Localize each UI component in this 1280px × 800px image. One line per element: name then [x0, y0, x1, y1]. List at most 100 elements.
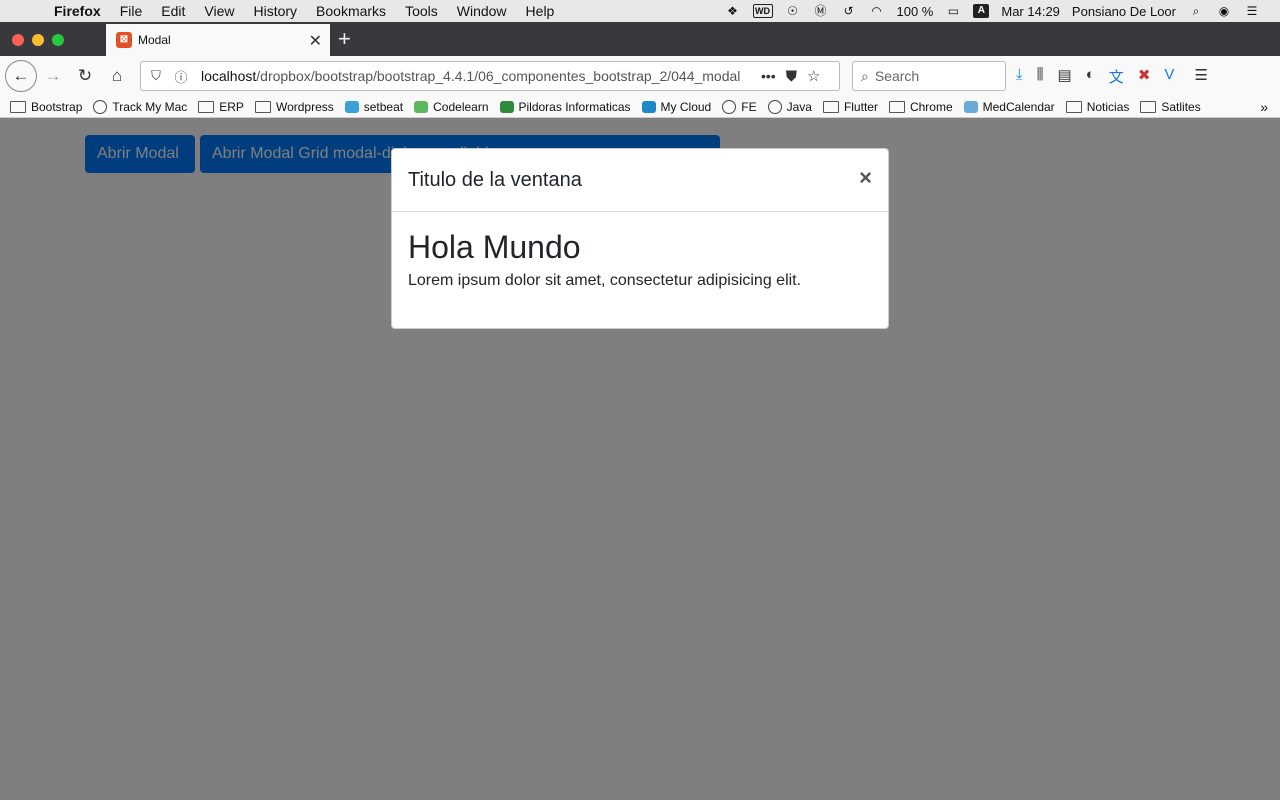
modal-heading: Hola Mundo: [408, 229, 581, 265]
menu-bookmarks[interactable]: Bookmarks: [316, 3, 386, 19]
profile-extension-icon[interactable]: ◐: [1086, 66, 1095, 87]
menu-app-name[interactable]: Firefox: [54, 3, 101, 19]
folder-icon: [888, 100, 905, 113]
menu-edit[interactable]: Edit: [161, 3, 185, 19]
menubar-status-area: ❖ WD ☉ Ⓜ ↺ ◠ 100 % ▭ A Mar 14:29 Ponsian…: [725, 0, 1280, 22]
url-text[interactable]: localhost/dropbox/bootstrap/bootstrap_4.…: [201, 68, 753, 84]
bookmark-label: Codelearn: [433, 99, 489, 114]
bookmark-label: Noticias: [1086, 99, 1130, 114]
bookmark-label: Track My Mac: [112, 99, 188, 114]
menu-help[interactable]: Help: [526, 3, 555, 19]
bookmark-star-icon[interactable]: ☆: [807, 67, 820, 85]
sidebar-icon[interactable]: ▤: [1058, 66, 1072, 87]
dropbox-icon[interactable]: ❖: [725, 4, 741, 18]
tools-extension-icon[interactable]: ✖: [1138, 66, 1151, 87]
setbeat-icon: [344, 100, 359, 113]
modal-dialog: Titulo de la ventana × Hola Mundo Lorem …: [391, 148, 889, 329]
bookmark-label: MedCalendar: [982, 99, 1055, 114]
globe-icon: [93, 99, 108, 114]
cloud-icon: [641, 100, 656, 113]
new-tab-icon[interactable]: +: [338, 26, 351, 52]
modal-body: Hola Mundo Lorem ipsum dolor sit amet, c…: [392, 212, 888, 306]
search-icon: ⌕: [861, 67, 869, 84]
time-machine-icon[interactable]: ↺: [841, 4, 857, 18]
more-bookmarks-icon[interactable]: »: [1260, 99, 1268, 115]
bookmark-label: Bootstrap: [31, 99, 83, 114]
search-input[interactable]: ⌕ Search: [852, 61, 1006, 91]
bookmark-label: My Cloud: [660, 99, 712, 114]
spotlight-icon[interactable]: ⌕: [1188, 4, 1204, 18]
battery-percent: 100 %: [896, 3, 934, 19]
macos-menu-bar: Firefox File Edit View History Bookmarks…: [0, 0, 1280, 22]
translate-extension-icon[interactable]: 文: [1109, 66, 1124, 87]
bookmark-item[interactable]: Chrome: [888, 99, 953, 114]
bookmark-item[interactable]: Noticias: [1065, 99, 1130, 114]
pildoras-icon: [499, 100, 514, 113]
bookmark-item[interactable]: Wordpress: [254, 99, 334, 114]
reload-icon[interactable]: ↻: [72, 63, 98, 89]
bookmark-item[interactable]: Codelearn: [414, 99, 489, 114]
xampp-favicon-icon: ⊠: [116, 32, 132, 48]
globe-icon: [722, 99, 737, 114]
menu-history[interactable]: History: [253, 3, 297, 19]
bookmark-item[interactable]: ERP: [198, 100, 244, 114]
folder-icon: [1140, 100, 1157, 113]
tracking-protection-icon[interactable]: ⛉: [146, 68, 166, 84]
malwarebytes-icon[interactable]: Ⓜ: [813, 4, 829, 18]
url-host: localhost: [201, 68, 257, 84]
menubar-user[interactable]: Ponsiano De Loor: [1072, 4, 1176, 19]
bookmark-item[interactable]: setbeat: [344, 100, 403, 114]
folder-icon: [822, 100, 839, 113]
siri-icon[interactable]: ◉: [1216, 4, 1232, 18]
menu-window[interactable]: Window: [457, 3, 507, 19]
bookmark-label: FE: [741, 99, 757, 114]
pocket-icon[interactable]: ⛊: [786, 68, 797, 85]
battery-icon[interactable]: ▭: [945, 4, 961, 18]
tab-modal[interactable]: ⊠ Modal ✕: [106, 24, 330, 56]
navigation-bar: ← → ↻ ⌂ ⛉ ⓘ localhost/dropbox/bootstrap/…: [0, 56, 1280, 96]
notification-center-icon[interactable]: ☰: [1244, 4, 1260, 18]
folder-icon: [1065, 100, 1082, 113]
zoom-window-button[interactable]: [52, 34, 64, 46]
menu-view[interactable]: View: [204, 3, 234, 19]
bookmark-item[interactable]: Flutter: [822, 99, 878, 114]
bookmark-label: Flutter: [843, 99, 878, 114]
menu-tools[interactable]: Tools: [405, 3, 438, 19]
minimize-window-button[interactable]: [32, 34, 44, 46]
bookmark-item[interactable]: Bootstrap: [10, 100, 82, 114]
folder-icon: [198, 100, 215, 113]
downloads-icon[interactable]: ⤓: [1016, 66, 1023, 87]
hamburger-menu-icon[interactable]: ☰: [1194, 66, 1207, 87]
wd-icon[interactable]: WD: [752, 4, 773, 18]
library-icon[interactable]: ⫼: [1037, 66, 1044, 87]
v-extension-icon[interactable]: V: [1164, 66, 1174, 87]
modal-close-icon[interactable]: ×: [859, 167, 872, 189]
site-info-icon[interactable]: ⓘ: [171, 67, 191, 86]
page-viewport: Abrir Modal Abrir Modal Grid modal-dialo…: [0, 118, 1280, 800]
menubar-clock[interactable]: Mar 14:29: [1001, 4, 1060, 19]
close-tab-icon[interactable]: ✕: [309, 31, 322, 51]
bookmark-item[interactable]: MedCalendar: [963, 99, 1055, 114]
menu-file[interactable]: File: [120, 3, 143, 19]
input-source-icon[interactable]: A: [973, 4, 990, 18]
bookmark-label: Wordpress: [275, 99, 334, 114]
home-icon[interactable]: ⌂: [104, 63, 130, 89]
tab-title: Modal: [138, 33, 171, 47]
bookmark-label: Chrome: [909, 99, 953, 114]
bookmark-item[interactable]: Java: [767, 99, 812, 114]
bookmark-item[interactable]: Track My Mac: [93, 99, 188, 114]
bookmark-item[interactable]: Satlites: [1140, 99, 1201, 114]
bookmark-label: Pildoras Informaticas: [518, 99, 631, 114]
close-window-button[interactable]: [12, 34, 24, 46]
bookmark-item[interactable]: FE: [722, 99, 757, 114]
page-actions-icon[interactable]: •••: [761, 68, 776, 84]
back-button-icon[interactable]: ←: [5, 60, 37, 92]
wifi-icon[interactable]: ◠: [869, 4, 885, 18]
bookmark-label: ERP: [219, 99, 244, 114]
url-bar[interactable]: ⛉ ⓘ localhost/dropbox/bootstrap/bootstra…: [140, 61, 840, 91]
forward-button-icon[interactable]: →: [40, 63, 66, 89]
bookmark-item[interactable]: My Cloud: [641, 99, 712, 114]
bookmark-item[interactable]: Pildoras Informaticas: [499, 99, 631, 114]
bookmark-label: Satlites: [1161, 99, 1201, 114]
owl-icon[interactable]: ☉: [785, 4, 801, 18]
